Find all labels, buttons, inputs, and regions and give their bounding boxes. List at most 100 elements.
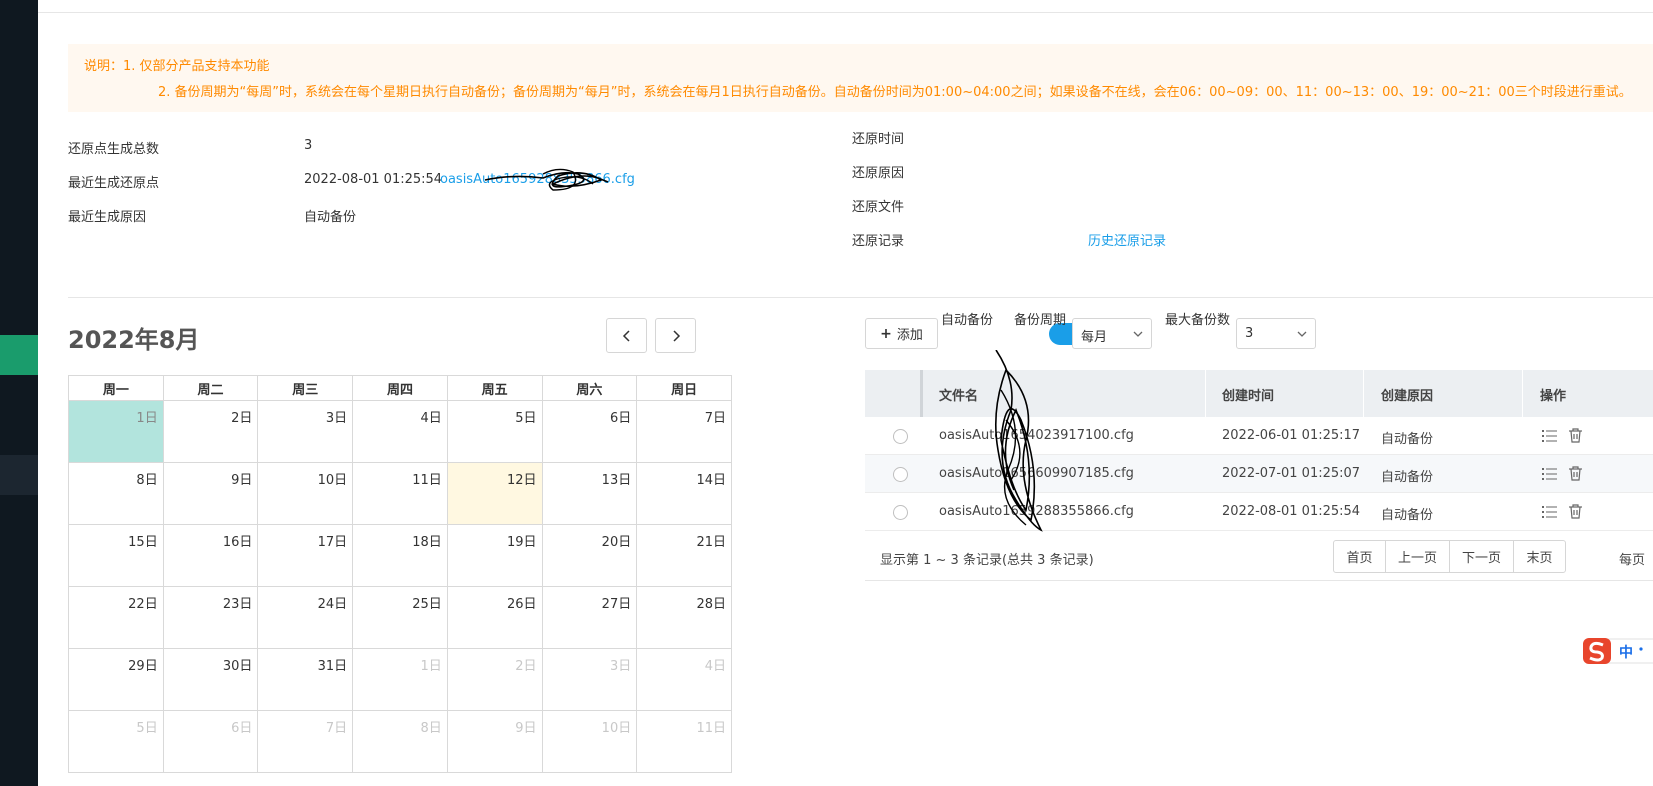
column-header-created-reason[interactable]: 创建原因 xyxy=(1381,385,1433,404)
calendar-day-cell[interactable]: 3日 xyxy=(257,400,354,463)
calendar-day-cell[interactable]: 26日 xyxy=(446,586,543,649)
sidebar-item-active[interactable] xyxy=(0,335,38,375)
calendar-day-cell[interactable]: 5日 xyxy=(446,400,543,463)
backup-period-value: 每月 xyxy=(1081,330,1108,345)
restore-history-link[interactable]: 历史还原记录 xyxy=(1088,230,1166,249)
row-filename: oasisAuto1656609907185.cfg xyxy=(939,466,1134,481)
calendar-day-cell[interactable]: 29日 xyxy=(68,648,164,711)
calendar-day-cell[interactable]: 20日 xyxy=(541,524,638,587)
max-backup-select[interactable]: 3 xyxy=(1236,318,1316,349)
column-header-created-time[interactable]: 创建时间 xyxy=(1222,385,1274,404)
calendar-day-cell[interactable]: 31日 xyxy=(257,648,354,711)
max-backup-value: 3 xyxy=(1245,326,1254,341)
table-row[interactable]: oasisAuto1659288355866.cfg 2022-08-01 01… xyxy=(865,493,1653,531)
calendar-day-cell[interactable]: 12日 xyxy=(446,462,543,525)
calendar-weekday-row: 周一 周二 周三 周四 周五 周六 周日 xyxy=(68,375,732,401)
column-header-filename[interactable]: 文件名 xyxy=(939,385,978,404)
calendar-week-row: 22日 23日 24日 25日 26日 27日 28日 xyxy=(68,586,732,649)
add-button[interactable]: + 添加 xyxy=(865,318,938,349)
row-radio[interactable] xyxy=(893,467,908,482)
calendar-day-cell[interactable]: 10日 xyxy=(257,462,354,525)
trash-icon[interactable] xyxy=(1567,427,1584,444)
calendar-day-cell[interactable]: 30日 xyxy=(162,648,259,711)
calendar-day-cell[interactable]: 8日 xyxy=(68,462,164,525)
row-created-time: 2022-07-01 01:25:07 xyxy=(1222,466,1361,481)
backup-period-select[interactable]: 每月 xyxy=(1072,318,1152,349)
first-page-button[interactable]: 首页 xyxy=(1333,540,1386,573)
latest-file-link[interactable]: oasisAuto1659288355866.cfg xyxy=(440,172,635,187)
next-month-button[interactable] xyxy=(655,318,696,353)
sogou-ime-icon: 中 xyxy=(1583,638,1653,664)
calendar-day-cell[interactable]: 21日 xyxy=(636,524,732,587)
calendar-day-cell[interactable]: 27日 xyxy=(541,586,638,649)
restore-reason-label: 还原原因 xyxy=(852,166,905,181)
calendar-day-cell[interactable]: 9日 xyxy=(446,710,543,773)
trash-icon[interactable] xyxy=(1567,465,1584,482)
total-value: 3 xyxy=(304,138,313,153)
calendar-day-cell[interactable]: 2日 xyxy=(162,400,259,463)
calendar-day-cell[interactable]: 17日 xyxy=(257,524,354,587)
calendar-day-cell[interactable]: 2日 xyxy=(446,648,543,711)
trash-icon[interactable] xyxy=(1567,503,1584,520)
calendar-day-cell[interactable]: 7日 xyxy=(636,400,732,463)
list-detail-icon[interactable] xyxy=(1541,503,1558,520)
calendar-day-cell[interactable]: 6日 xyxy=(541,400,638,463)
row-radio[interactable] xyxy=(893,505,908,520)
next-page-button[interactable]: 下一页 xyxy=(1449,540,1514,573)
ime-toolbar[interactable]: 中 xyxy=(1583,635,1653,667)
column-separator xyxy=(1205,370,1206,417)
calendar-day-cell[interactable]: 10日 xyxy=(541,710,638,773)
calendar-week-row: 5日 6日 7日 8日 9日 10日 11日 xyxy=(68,710,732,773)
calendar-day-cell[interactable]: 18日 xyxy=(352,524,448,587)
weekday-header: 周日 xyxy=(636,375,732,401)
calendar-day-cell[interactable]: 25日 xyxy=(352,586,448,649)
total-label: 还原点生成总数 xyxy=(68,142,160,157)
calendar-day-cell[interactable]: 11日 xyxy=(636,710,732,773)
notice-banner: 说明：1. 仅部分产品支持本功能 2. 备份周期为“每周”时，系统会在每个星期日… xyxy=(68,44,1653,112)
calendar-day-cell[interactable]: 1日 xyxy=(352,648,448,711)
calendar-day-cell[interactable]: 1日 xyxy=(68,400,164,463)
list-detail-icon[interactable] xyxy=(1541,427,1558,444)
sidebar-item-hover[interactable] xyxy=(0,455,38,495)
calendar-day-cell[interactable]: 23日 xyxy=(162,586,259,649)
add-button-label: 添加 xyxy=(896,328,923,343)
calendar-day-cell[interactable]: 4日 xyxy=(352,400,448,463)
column-header-actions: 操作 xyxy=(1540,389,1567,404)
calendar-day-cell[interactable]: 6日 xyxy=(162,710,259,773)
table-row[interactable]: oasisAuto1656609907185.cfg 2022-07-01 01… xyxy=(865,455,1653,493)
calendar-day-cell[interactable]: 4日 xyxy=(636,648,732,711)
calendar-day-cell[interactable]: 11日 xyxy=(352,462,448,525)
section-divider xyxy=(68,297,1653,298)
chevron-right-icon xyxy=(672,329,680,342)
pagination-summary: 显示第 1 ~ 3 条记录(总共 3 条记录) xyxy=(880,553,1094,568)
calendar-day-cell[interactable]: 14日 xyxy=(636,462,732,525)
backup-period-label: 备份周期 xyxy=(1014,313,1067,328)
row-created-time: 2022-08-01 01:25:54 xyxy=(1222,504,1361,519)
calendar-day-cell[interactable]: 3日 xyxy=(541,648,638,711)
weekday-header: 周四 xyxy=(352,375,448,401)
calendar-day-cell[interactable]: 22日 xyxy=(68,586,164,649)
row-created-reason: 自动备份 xyxy=(1381,470,1434,485)
prev-month-button[interactable] xyxy=(606,318,647,353)
list-detail-icon[interactable] xyxy=(1541,465,1558,482)
weekday-header: 周五 xyxy=(446,375,543,401)
table-row[interactable]: oasisAuto1654023917100.cfg 2022-06-01 01… xyxy=(865,417,1653,455)
calendar-day-cell[interactable]: 24日 xyxy=(257,586,354,649)
prev-page-button[interactable]: 上一页 xyxy=(1385,540,1450,573)
restore-time-label: 还原时间 xyxy=(852,132,905,147)
calendar-day-cell[interactable]: 9日 xyxy=(162,462,259,525)
calendar-day-cell[interactable]: 15日 xyxy=(68,524,164,587)
calendar-day-cell[interactable]: 7日 xyxy=(257,710,354,773)
per-page-label: 每页 xyxy=(1619,553,1646,568)
row-radio[interactable] xyxy=(893,429,908,444)
column-separator xyxy=(1363,370,1364,417)
calendar-day-cell[interactable]: 13日 xyxy=(541,462,638,525)
last-page-button[interactable]: 末页 xyxy=(1513,540,1566,573)
chevron-down-icon xyxy=(1297,331,1307,337)
calendar-day-cell[interactable]: 28日 xyxy=(636,586,732,649)
calendar-day-cell[interactable]: 16日 xyxy=(162,524,259,587)
calendar-day-cell[interactable]: 19日 xyxy=(446,524,543,587)
calendar-day-cell[interactable]: 8日 xyxy=(352,710,448,773)
latest-label: 最近生成还原点 xyxy=(68,176,160,191)
calendar-day-cell[interactable]: 5日 xyxy=(68,710,164,773)
